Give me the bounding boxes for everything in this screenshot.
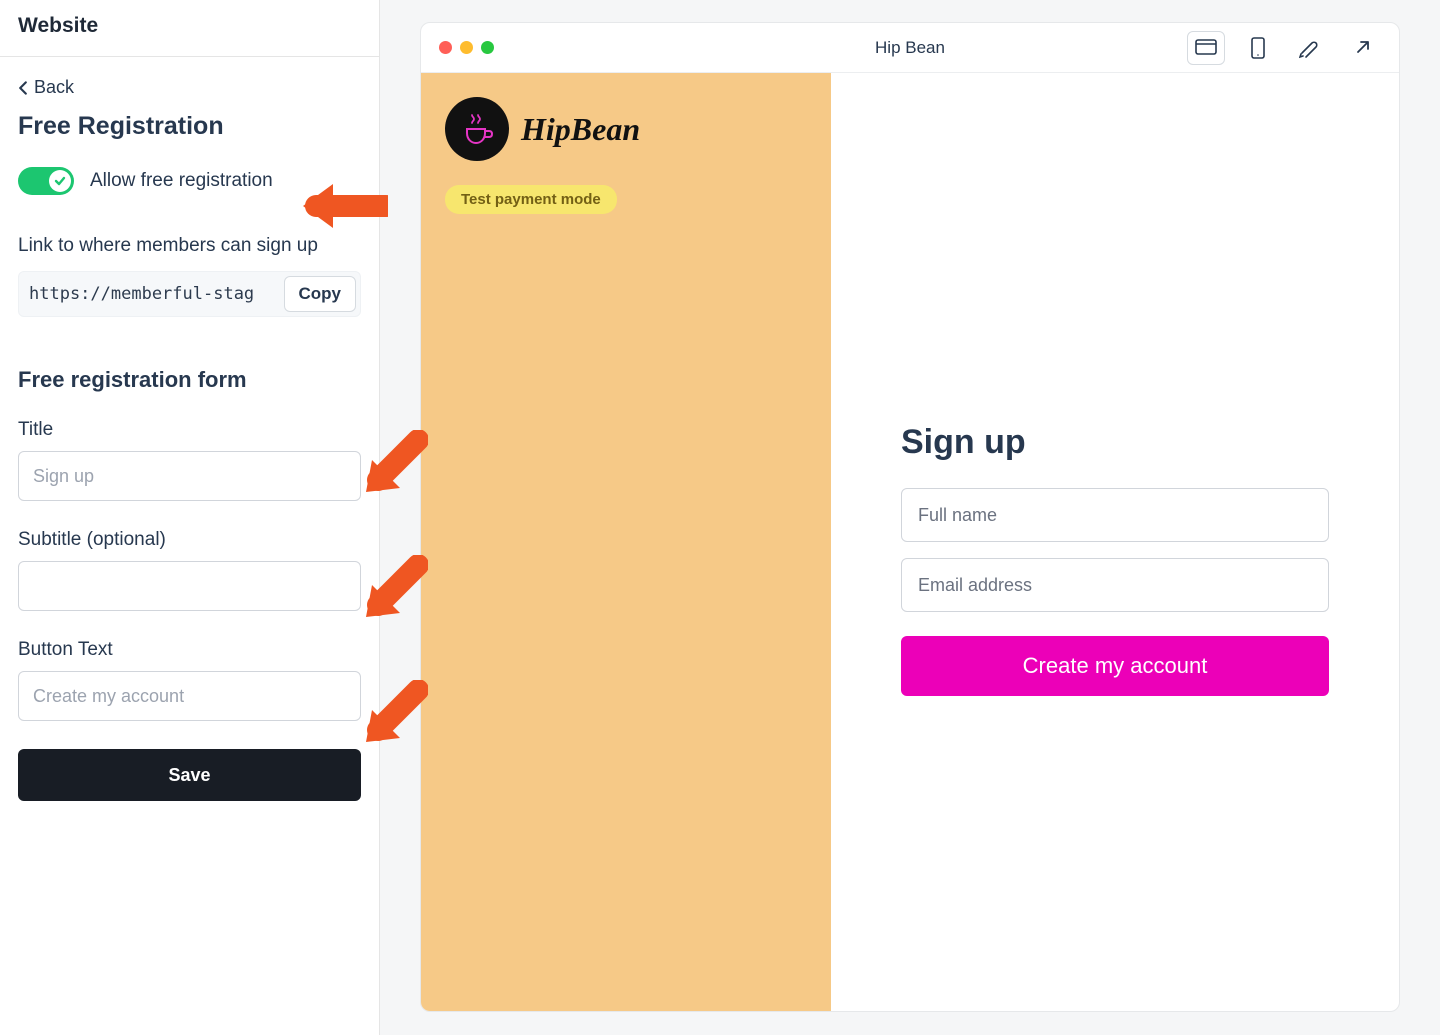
customize-icon[interactable]	[1291, 31, 1329, 65]
toggle-check-icon	[53, 174, 67, 188]
title-input[interactable]	[18, 451, 361, 501]
subtitle-field-label: Subtitle (optional)	[18, 529, 361, 551]
browser-bar: Hip Bean	[421, 23, 1399, 73]
save-button[interactable]: Save	[18, 749, 361, 801]
browser-title: Hip Bean	[875, 38, 945, 58]
signup-form-heading: Sign up	[901, 423, 1329, 462]
mobile-view-icon[interactable]	[1239, 31, 1277, 65]
brand-name: HipBean	[521, 111, 640, 148]
open-external-icon[interactable]	[1343, 31, 1381, 65]
signup-link-label: Link to where members can sign up	[18, 235, 361, 257]
subtitle-input[interactable]	[18, 561, 361, 611]
brand-logo	[445, 97, 509, 161]
chevron-left-icon	[18, 81, 28, 95]
traffic-light-minimize-icon	[460, 41, 473, 54]
brand-panel: HipBean Test payment mode	[421, 73, 831, 1011]
signup-form-panel: Sign up Create my account	[831, 73, 1399, 1011]
fullname-input[interactable]	[901, 488, 1329, 542]
sidebar-header-title: Website	[18, 14, 361, 38]
payment-mode-badge: Test payment mode	[445, 185, 617, 214]
annotation-arrow-icon	[358, 680, 428, 750]
form-section-heading: Free registration form	[18, 367, 361, 393]
page-title: Free Registration	[18, 112, 361, 141]
back-label: Back	[34, 77, 74, 98]
button-text-input[interactable]	[18, 671, 361, 721]
email-input[interactable]	[901, 558, 1329, 612]
traffic-light-maximize-icon	[481, 41, 494, 54]
traffic-light-close-icon	[439, 41, 452, 54]
signup-link-text: https://memberful-stag	[19, 272, 280, 316]
toggle-label: Allow free registration	[90, 170, 273, 192]
back-link[interactable]: Back	[18, 77, 74, 98]
copy-button[interactable]: Copy	[284, 276, 357, 312]
traffic-lights	[421, 23, 512, 72]
button-text-field-label: Button Text	[18, 639, 361, 661]
browser-preview: Hip Bean	[420, 22, 1400, 1012]
sidebar-header: Website	[0, 0, 379, 57]
desktop-view-icon[interactable]	[1187, 31, 1225, 65]
annotation-arrow-icon	[298, 176, 388, 236]
annotation-arrow-icon	[358, 555, 428, 625]
signup-link-box: https://memberful-stag Copy	[18, 271, 361, 317]
allow-free-registration-toggle[interactable]	[18, 167, 74, 195]
title-field-label: Title	[18, 419, 361, 441]
create-account-button[interactable]: Create my account	[901, 636, 1329, 696]
annotation-arrow-icon	[358, 430, 428, 500]
coffee-cup-icon	[455, 107, 499, 151]
